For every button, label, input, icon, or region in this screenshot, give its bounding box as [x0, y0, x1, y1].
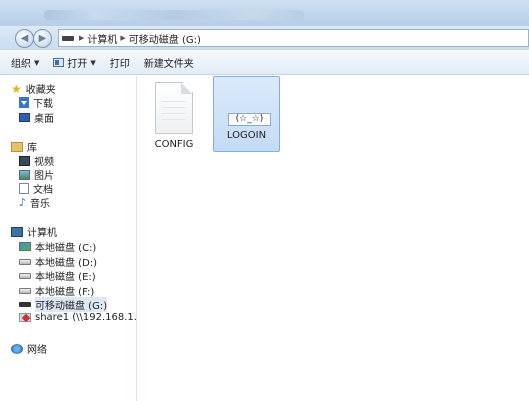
sidebar-item-downloads[interactable]: 下载 — [19, 95, 53, 110]
document-line — [162, 113, 186, 114]
title-bar-blurred-text — [44, 10, 304, 20]
desktop-icon — [19, 113, 30, 122]
removable-disk-icon — [62, 35, 74, 41]
sidebar-item-label: 收藏夹 — [25, 85, 56, 96]
download-folder-icon — [19, 97, 29, 108]
sidebar-item-drive-g[interactable]: 可移动磁盘 (G:) — [19, 297, 108, 312]
file-item-logoin[interactable]: (☆_☆) LOGOIN — [213, 76, 280, 152]
sidebar-item-drive-f[interactable]: 本地磁盘 (F:) — [19, 283, 94, 298]
sidebar-item-libraries[interactable]: 库 — [11, 139, 37, 154]
network-share-icon — [19, 313, 31, 322]
documents-icon — [19, 183, 29, 194]
video-icon — [19, 155, 30, 166]
sidebar-item-label: 可移动磁盘 (G:) — [35, 297, 108, 312]
local-disk-icon — [19, 258, 31, 265]
blank-document-icon — [155, 82, 193, 134]
document-line — [162, 119, 186, 120]
sidebar-item-network[interactable]: 网络 — [11, 341, 47, 356]
dropdown-arrow-icon: ▼ — [34, 58, 40, 67]
breadcrumb-separator-icon[interactable]: ▶ — [120, 34, 125, 42]
sidebar-item-label: 库 — [27, 143, 37, 154]
sidebar-item-label: 图片 — [34, 171, 54, 182]
star-icon: ★ — [11, 81, 22, 96]
sidebar-item-music[interactable]: ♪ 音乐 — [19, 195, 50, 210]
computer-icon — [11, 226, 23, 237]
sidebar-item-share1[interactable]: share1 (\\192.168.1.12 — [19, 312, 150, 323]
command-bar: 组织 ▼ 打开 ▼ 打印 新建文件夹 — [0, 51, 529, 75]
breadcrumb-separator-icon[interactable]: ▶ — [79, 34, 84, 42]
arrow-left-icon: ◀ — [20, 33, 29, 44]
sidebar-item-favorites[interactable]: ★ 收藏夹 — [11, 81, 56, 97]
new-folder-button[interactable]: 新建文件夹 — [144, 55, 194, 70]
sidebar-item-videos[interactable]: 视频 — [19, 153, 54, 168]
sidebar-item-label: 下载 — [33, 99, 53, 110]
new-folder-label: 新建文件夹 — [143, 59, 194, 70]
file-name-label: CONFIG — [154, 139, 194, 150]
forward-button[interactable]: ▶ — [33, 29, 52, 48]
address-bar[interactable]: ▶ 计算机 ▶ 可移动磁盘 (G:) — [58, 29, 529, 47]
sidebar-item-label: 文档 — [33, 185, 53, 196]
sidebar-item-label: 桌面 — [34, 114, 54, 125]
rename-textbox[interactable]: (☆_☆) — [228, 113, 271, 126]
sidebar-item-label: 本地磁盘 (F:) — [35, 287, 95, 298]
logoin-icon-area: (☆_☆) — [213, 77, 280, 133]
sidebar-item-pictures[interactable]: 图片 — [19, 167, 54, 182]
print-button[interactable]: 打印 — [110, 55, 130, 70]
open-button[interactable]: 打开 ▼ — [53, 55, 96, 70]
arrow-right-icon: ▶ — [38, 33, 47, 44]
system-disk-icon — [19, 242, 31, 251]
print-label: 打印 — [109, 59, 130, 70]
file-item-config[interactable]: CONFIG — [144, 80, 204, 150]
sidebar-item-label: share1 (\\192.168.1.12 — [35, 312, 150, 323]
breadcrumb-removable-disk[interactable]: 可移动磁盘 (G:) — [129, 31, 201, 46]
removable-disk-icon — [19, 302, 31, 307]
document-line — [162, 107, 186, 108]
document-line — [162, 101, 186, 102]
sidebar-item-label: 本地磁盘 (E:) — [35, 272, 96, 283]
sidebar-item-label: 本地磁盘 (C:) — [35, 243, 97, 254]
network-icon — [11, 343, 23, 354]
breadcrumb-computer[interactable]: 计算机 — [87, 31, 117, 46]
local-disk-icon — [19, 287, 31, 294]
open-icon — [53, 58, 65, 67]
music-icon: ♪ — [19, 196, 27, 209]
sidebar-item-drive-e[interactable]: 本地磁盘 (E:) — [19, 268, 96, 283]
pictures-icon — [19, 169, 30, 180]
address-row: ◀ ▶ ▶ 计算机 ▶ 可移动磁盘 (G:) — [0, 26, 529, 50]
sidebar-item-label: 网络 — [27, 345, 47, 356]
sidebar-item-documents[interactable]: 文档 — [19, 181, 53, 196]
sidebar-item-desktop[interactable]: 桌面 — [19, 110, 54, 125]
sidebar-item-drive-c[interactable]: 本地磁盘 (C:) — [19, 239, 96, 254]
local-disk-icon — [19, 272, 31, 279]
navigation-pane: ★ 收藏夹 下载 桌面 库 视频 图片 文档 ♪ 音乐 计算机 本地磁盘 (C:… — [0, 76, 150, 401]
sidebar-item-label: 本地磁盘 (D:) — [35, 258, 98, 269]
open-label: 打开 — [67, 59, 88, 70]
sidebar-item-label: 计算机 — [27, 228, 57, 239]
sidebar-item-label: 音乐 — [30, 199, 51, 210]
dropdown-arrow-icon: ▼ — [90, 58, 96, 67]
file-list-pane[interactable]: CONFIG (☆_☆) LOGOIN — [138, 76, 529, 401]
sidebar-item-computer[interactable]: 计算机 — [11, 224, 57, 239]
sidebar-item-label: 视频 — [34, 157, 54, 168]
back-button[interactable]: ◀ — [15, 29, 34, 48]
organize-label: 组织 — [11, 59, 31, 70]
library-icon — [11, 141, 23, 152]
sidebar-item-drive-d[interactable]: 本地磁盘 (D:) — [19, 254, 97, 269]
organize-button[interactable]: 组织 ▼ — [11, 55, 40, 71]
